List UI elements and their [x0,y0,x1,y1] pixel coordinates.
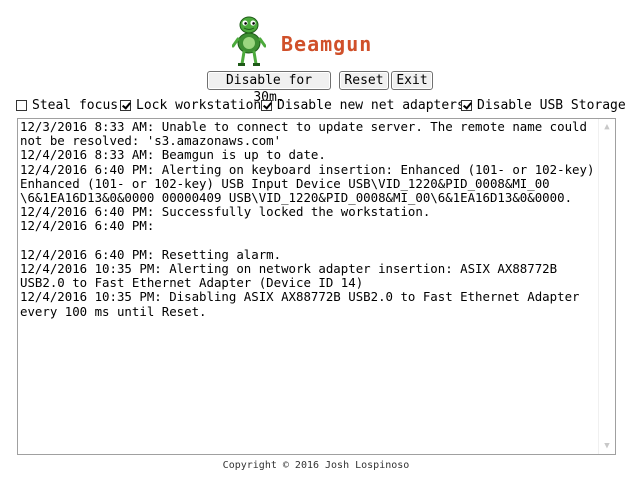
log-text[interactable]: 12/3/2016 8:33 AM: Unable to connect to … [20,120,598,453]
disable-net-adapters-checkbox[interactable] [261,99,272,111]
app-title: Beamgun [281,32,373,56]
disable-net-adapters-label: Disable new net adapters [277,97,465,113]
scroll-down-arrow-icon[interactable]: ▼ [602,441,612,451]
app-header: Beamgun [0,16,632,72]
disable-button[interactable]: Disable for 30m. [207,71,331,105]
log-panel[interactable]: 12/3/2016 8:33 AM: Unable to connect to … [17,118,616,455]
copyright-text: Copyright © 2016 Josh Lospinoso [222,460,410,471]
steal-focus-checkbox[interactable] [16,99,27,111]
disable-usb-storage-checkbox[interactable] [461,99,472,111]
scroll-up-arrow-icon[interactable]: ▲ [602,122,612,132]
disable-net-adapters-option[interactable]: Disable new net adapters [261,97,465,113]
lock-workstation-label: Lock workstation [136,97,262,113]
steal-focus-label: Steal focus [32,97,119,113]
exit-button[interactable]: Exit [391,71,433,90]
log-scrollbar[interactable]: ▲ ▼ [598,119,615,454]
lock-workstation-option[interactable]: Lock workstation [120,97,261,113]
disable-usb-storage-label: Disable USB Storage [477,97,626,113]
disable-usb-storage-option[interactable]: Disable USB Storage [461,97,626,113]
toolbar: Disable for 30m. Reset Exit [0,71,632,105]
steal-focus-option[interactable]: Steal focus [16,97,118,113]
options-row: Steal focus Lock workstation Disable new… [0,97,632,115]
lock-workstation-checkbox[interactable] [120,99,131,111]
turtle-mascot-icon [232,16,266,66]
reset-button[interactable]: Reset [339,71,389,90]
